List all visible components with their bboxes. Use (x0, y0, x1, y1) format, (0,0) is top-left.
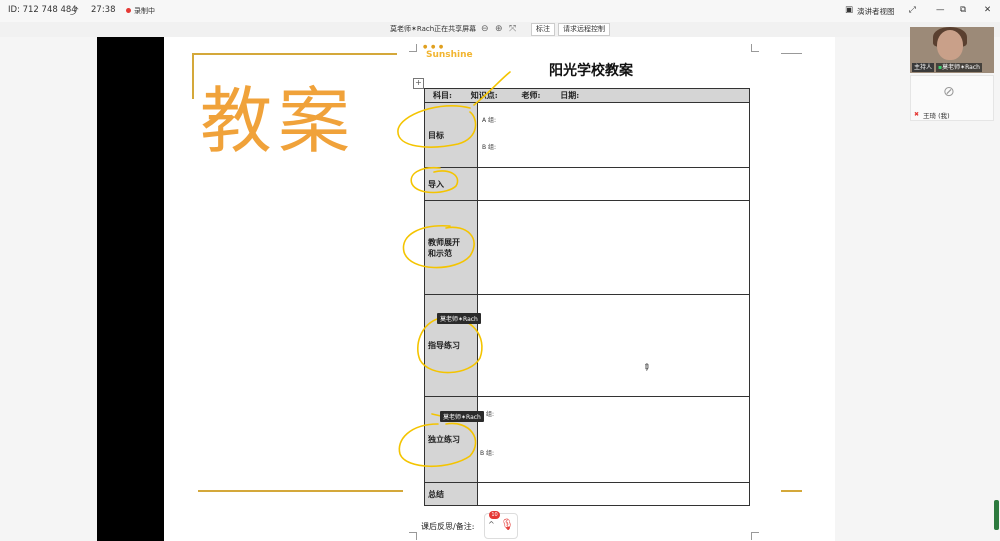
host-name: 莫老师✶Rach (942, 64, 980, 71)
share-icon[interactable]: ⤴ (70, 5, 79, 17)
view-icon[interactable]: ▣ (845, 5, 853, 15)
mic-muted-icon[interactable]: 🎙 (500, 518, 514, 531)
recording-icon (126, 8, 131, 13)
request-remote-control-button[interactable]: 请求远程控制 (558, 23, 610, 36)
intro-label: 导入 (424, 167, 478, 201)
independent-practice-cell[interactable]: A 组: B 组: (477, 396, 750, 483)
group-a-label: A 组: (480, 411, 495, 418)
objective-label: 目标 (424, 102, 478, 168)
host-role-tag: 主持人 (912, 63, 935, 72)
crop-mark (409, 44, 417, 52)
gold-line-bottom (198, 490, 403, 492)
annotator-tooltip: 莫老师✶Rach (440, 411, 484, 422)
table-row-intro: 导入 (424, 167, 750, 201)
minimize-button[interactable]: — (936, 5, 945, 15)
annotate-button[interactable]: 标注 (531, 23, 555, 36)
lesson-plan-table: 科目: 知识点: 老师: 日期: 目标 A 组: B 组: 导入 教师展开 和示… (424, 88, 750, 506)
crop-line (781, 53, 802, 54)
annotator-tooltip: 莫老师✶Rach (437, 313, 481, 324)
scrollbar[interactable] (994, 500, 999, 530)
demo-label: 教师展开 和示范 (424, 200, 478, 295)
meeting-id: ID: 712 748 484 (8, 5, 77, 15)
crop-mark (409, 532, 417, 540)
group-b-label: B 组: (482, 144, 497, 151)
date-label: 日期: (560, 90, 580, 100)
fit-screen-icon[interactable]: ⤧ (509, 24, 516, 34)
lesson-plan-big-title: 教案 (200, 79, 357, 163)
table-row-guided-practice: 指导练习 (424, 294, 750, 397)
crop-mark (751, 532, 759, 540)
speaker-view-button[interactable]: 演讲者视图 (857, 6, 895, 17)
share-status-bar: 莫老师✶Rach正在共享屏幕 ⊖ ⊕ ⤧ 标注 请求远程控制 (0, 22, 1000, 37)
zoom-out-icon[interactable]: ⊖ (481, 24, 489, 34)
knowledge-label: 知识点: (470, 90, 498, 100)
mic-count-badge: 10 (489, 511, 500, 519)
reflection-label: 课后反思/备注: (421, 522, 475, 531)
restore-button[interactable]: ⧉ (960, 5, 966, 15)
table-header-row: 科目: 知识点: 老师: 日期: (424, 88, 750, 103)
intro-cell[interactable] (477, 167, 750, 201)
subject-label: 科目: (433, 90, 452, 100)
camera-off-icon: ⊘ (943, 84, 955, 100)
sunshine-logo: Sunshine (426, 50, 473, 60)
plan-title: 阳光学校教案 (549, 63, 633, 79)
group-a-label: A 组: (482, 117, 497, 124)
gold-line-right (781, 490, 802, 492)
host-avatar (937, 30, 963, 60)
gold-line-top (192, 53, 397, 55)
top-bar: ID: 712 748 484 ⤴ 27:38 录制中 ▣ 演讲者视图 ⤢ — … (0, 0, 1000, 23)
guided-practice-label: 指导练习 (424, 294, 478, 397)
self-video[interactable]: ⊘ ✖ 王琦 (我) (910, 75, 994, 121)
table-row-independent-practice: 独立练习 A 组: B 组: (424, 396, 750, 483)
demo-cell[interactable] (477, 200, 750, 295)
share-message: 莫老师✶Rach正在共享屏幕 (390, 25, 477, 33)
demo-label-line1: 教师展开 (428, 236, 460, 247)
objective-cell[interactable]: A 组: B 组: (477, 102, 750, 168)
mic-muted-icon: ✖ (914, 111, 920, 118)
gold-line-left (192, 53, 194, 99)
guided-practice-cell[interactable] (477, 294, 750, 397)
zoom-in-icon[interactable]: ⊕ (495, 24, 503, 34)
independent-practice-label: 独立练习 (424, 396, 478, 483)
teacher-label: 老师: (521, 90, 541, 100)
chevron-up-icon[interactable]: ^ (488, 520, 495, 529)
meeting-timer: 27:38 (91, 5, 116, 15)
table-move-handle-icon[interactable]: + (413, 78, 424, 89)
summary-label: 总结 (424, 482, 478, 506)
table-row-objective: 目标 A 组: B 组: (424, 102, 750, 168)
host-name-tag: ▪莫老师✶Rach (936, 63, 982, 72)
summary-cell[interactable] (477, 482, 750, 506)
table-row-demo: 教师展开 和示范 (424, 200, 750, 295)
table-row-summary: 总结 (424, 482, 750, 506)
close-button[interactable]: ✕ (984, 5, 991, 15)
recording-status: 录制中 (134, 7, 155, 15)
self-name: 王琦 (我) (923, 112, 950, 120)
demo-label-line2: 和示范 (428, 247, 452, 258)
fullscreen-icon[interactable]: ⤢ (909, 5, 916, 15)
group-b-label: B 组: (480, 450, 495, 457)
crop-mark (751, 44, 759, 52)
